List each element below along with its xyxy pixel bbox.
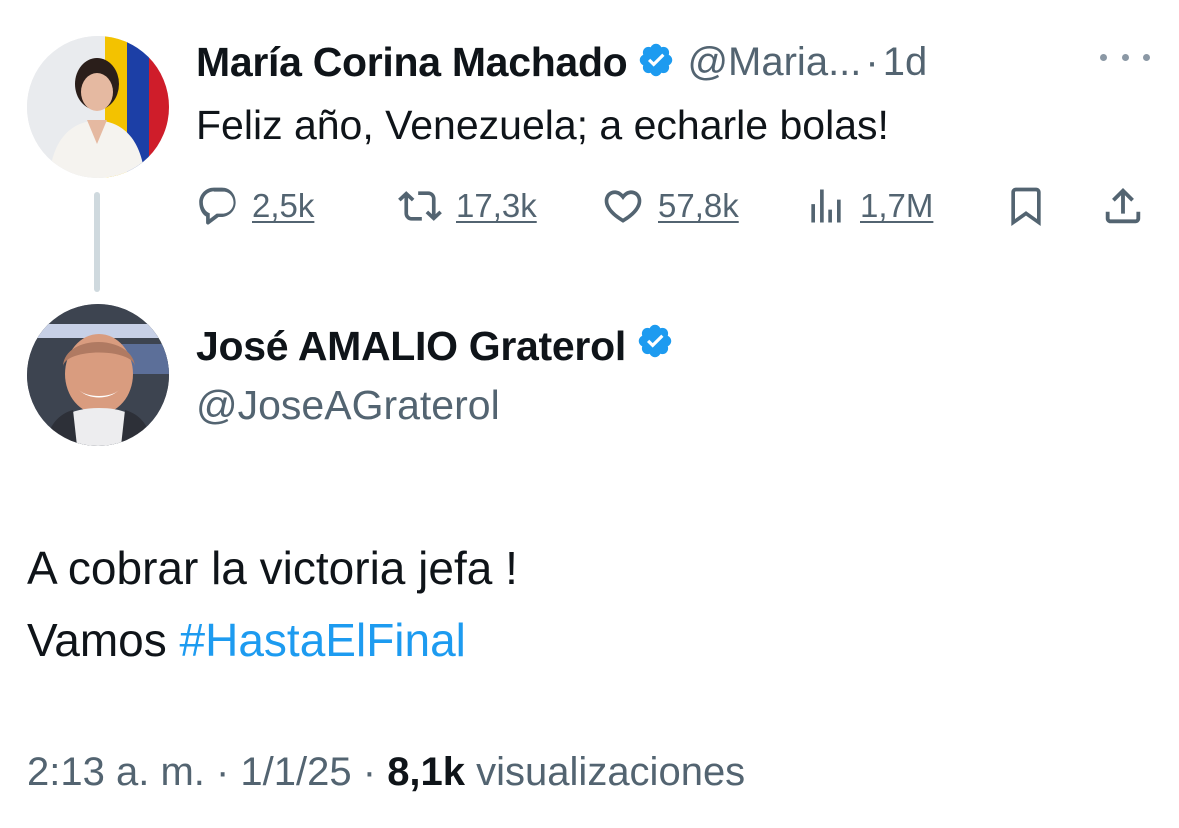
views-button[interactable]: 1,7M xyxy=(804,178,933,234)
like-count[interactable]: 57,8k xyxy=(658,187,739,225)
author-handle[interactable]: @Maria... xyxy=(687,40,861,85)
tweet-time[interactable]: 1d xyxy=(883,40,928,85)
repost-count[interactable]: 17,3k xyxy=(456,187,537,225)
repost-icon xyxy=(398,191,442,221)
separator-dot: · xyxy=(865,39,879,84)
reply-icon xyxy=(199,187,236,225)
reply-count[interactable]: 2,5k xyxy=(252,187,314,225)
hashtag-link[interactable]: #HastaElFinal xyxy=(180,614,466,666)
avatar-jose-graterol[interactable] xyxy=(27,304,169,446)
tweet-text-line: A cobrar la victoria jefa ! xyxy=(27,542,518,594)
share-button[interactable] xyxy=(1100,178,1146,234)
bookmark-button[interactable] xyxy=(1004,178,1048,234)
author-name[interactable]: María Corina Machado xyxy=(196,39,628,86)
views-icon xyxy=(811,189,841,223)
tweet-metadata: 2:13 a. m. · 1/1/25 · 8,1k visualizacion… xyxy=(27,750,745,795)
bookmark-icon xyxy=(1011,187,1041,227)
tweet-date[interactable]: 1/1/25 xyxy=(240,750,351,794)
more-icon[interactable] xyxy=(1100,42,1150,72)
reply-author-name-row: José AMALIO Graterol xyxy=(196,322,674,370)
separator-dot: · xyxy=(351,750,388,794)
reply-tweet-text: A cobrar la victoria jefa ! Vamos #Hasta… xyxy=(27,532,518,676)
author-handle[interactable]: @JoseAGraterol xyxy=(196,382,500,429)
avatar-image xyxy=(27,304,169,446)
tweet-time[interactable]: 2:13 a. m. xyxy=(27,750,205,794)
reply-button[interactable]: 2,5k xyxy=(196,178,314,234)
views-label: visualizaciones xyxy=(465,750,746,794)
like-button[interactable]: 57,8k xyxy=(600,178,739,234)
tweet-text: Feliz año, Venezuela; a echarle bolas! xyxy=(196,102,889,148)
share-icon xyxy=(1105,187,1141,224)
author-name[interactable]: José AMALIO Graterol xyxy=(196,323,626,370)
avatar-image xyxy=(27,36,169,178)
action-bar: 2,5k 17,3k 57,8k 1,7M xyxy=(196,178,1156,234)
avatar-maria-corina[interactable] xyxy=(27,36,169,178)
tweet-text-line: Vamos #HastaElFinal xyxy=(27,604,518,676)
parent-tweet-header: María Corina Machado @Maria... · 1d xyxy=(196,36,927,88)
verified-badge-icon xyxy=(637,41,675,84)
views-count[interactable]: 8,1k xyxy=(387,750,465,794)
separator-dot: · xyxy=(204,750,241,794)
tweet-text-prefix: Vamos xyxy=(27,614,180,666)
repost-button[interactable]: 17,3k xyxy=(396,178,537,234)
views-count[interactable]: 1,7M xyxy=(860,187,933,225)
thread-connector-line xyxy=(94,192,100,292)
verified-badge-icon xyxy=(636,322,674,370)
like-icon xyxy=(604,190,642,223)
